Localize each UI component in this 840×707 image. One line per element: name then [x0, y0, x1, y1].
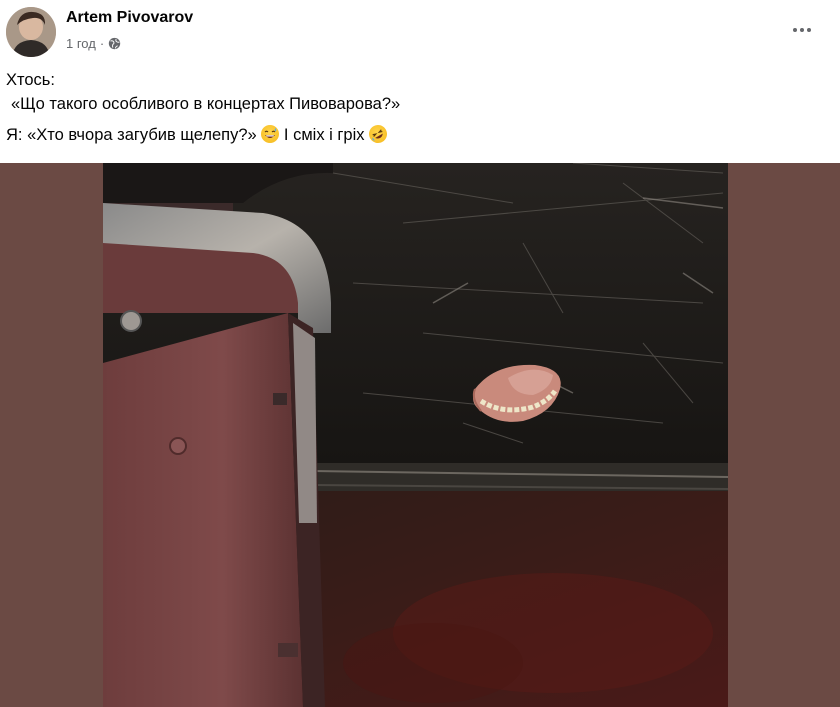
post-meta: 1 год · [66, 36, 121, 51]
rolling-laughing-emoji-icon [365, 121, 391, 147]
post-header: Artem Pivovarov 1 год · [0, 0, 840, 64]
more-options-button[interactable] [790, 20, 814, 40]
post-text-segment: І сміх і гріх [283, 126, 365, 144]
avatar-image [6, 7, 56, 57]
photo-image [103, 163, 728, 707]
post-text-segment: Я: «Хто вчора загубив щелепу?» [6, 126, 257, 144]
dot-icon [793, 28, 797, 32]
post-text-line: «Що такого особливого в концертах Пивова… [11, 95, 401, 113]
meta-separator: · [99, 36, 105, 51]
author-name[interactable]: Artem Pivovarov [66, 9, 193, 27]
author-avatar[interactable] [6, 7, 56, 57]
grinning-sweat-emoji-icon [261, 125, 280, 143]
dot-icon [800, 28, 804, 32]
post-text: Хтось: «Що такого особливого в концертах… [6, 68, 400, 147]
globe-icon[interactable] [108, 37, 121, 50]
facebook-post: Artem Pivovarov 1 год · Хтось: «Що таког… [0, 0, 840, 707]
dot-icon [807, 28, 811, 32]
photo-container [0, 163, 840, 707]
post-photo[interactable] [103, 163, 728, 707]
post-text-line: Я: «Хто вчора загубив щелепу?» І сміх і … [6, 121, 400, 147]
post-time[interactable]: 1 год [66, 36, 96, 51]
post-text-line: Хтось: [6, 71, 55, 89]
